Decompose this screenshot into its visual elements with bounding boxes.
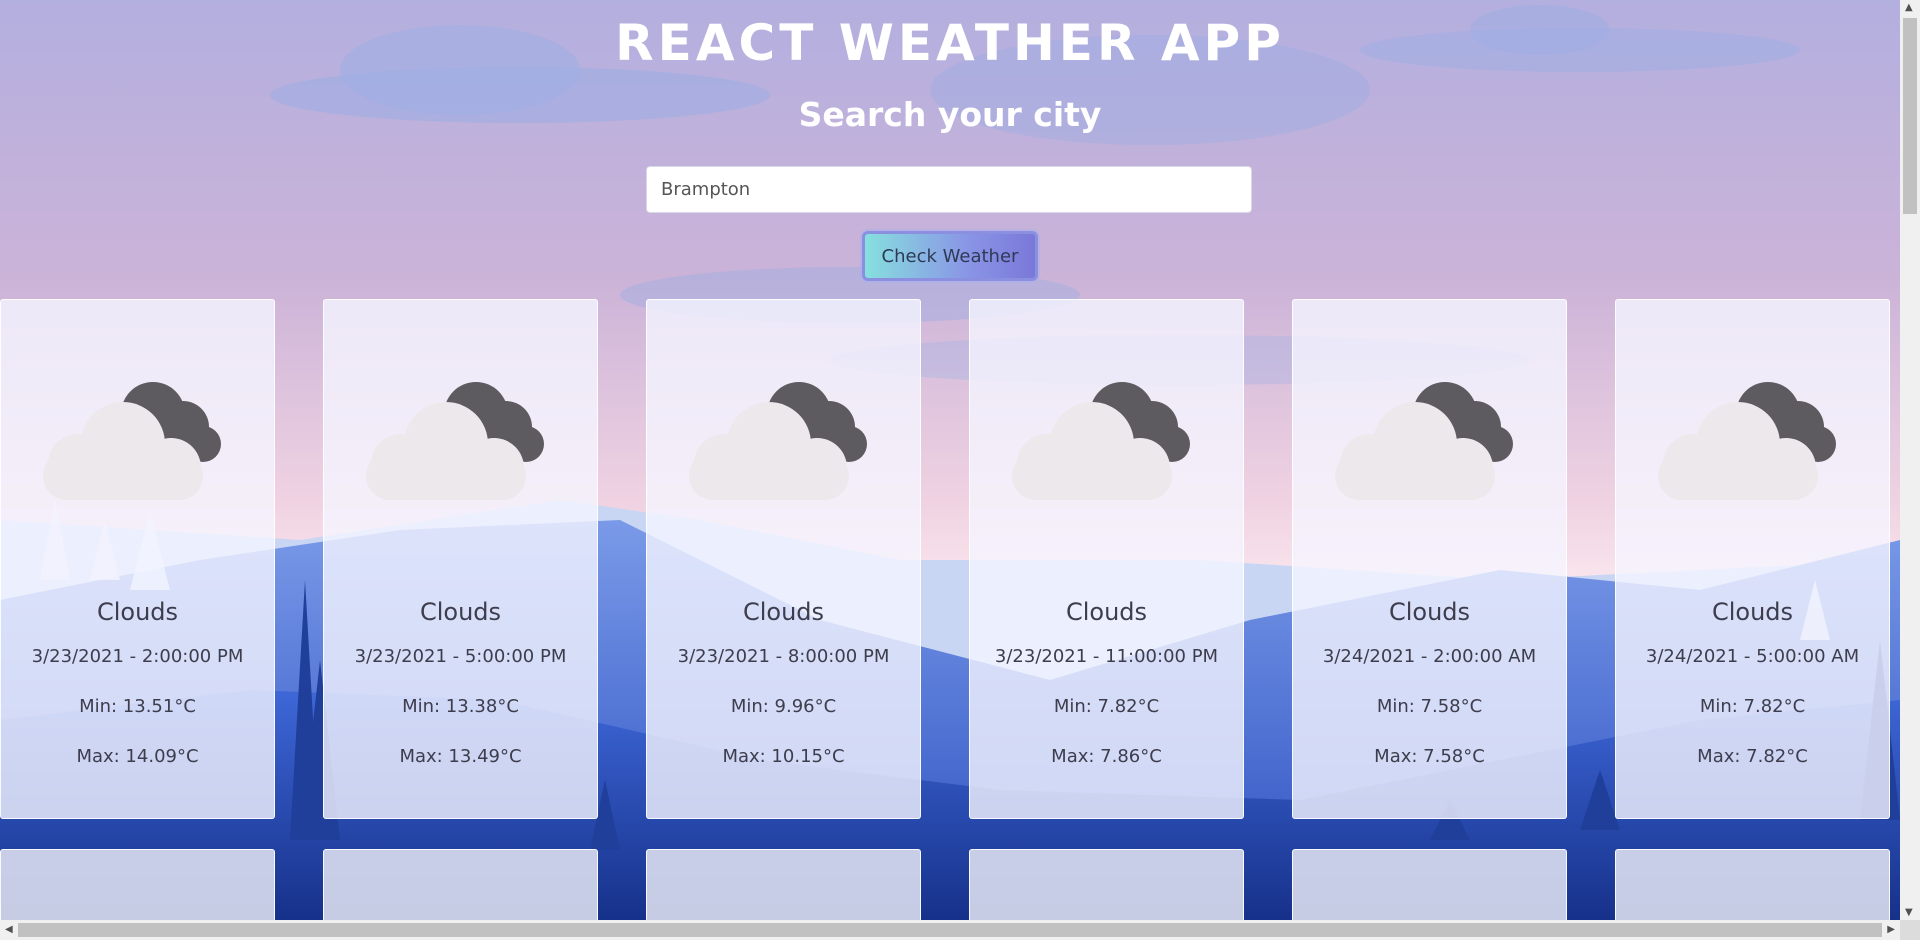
weather-description: Clouds <box>742 598 825 626</box>
max-temperature: Max: 13.49°C <box>399 746 522 767</box>
scroll-up-arrow-icon[interactable]: ▲ <box>1905 2 1913 13</box>
forecast-datetime: 3/23/2021 - 11:00:00 PM <box>994 646 1219 667</box>
forecast-card: Clouds 3/23/2021 - 5:00:00 PM Min: 13.38… <box>323 299 598 819</box>
forecast-card-partial <box>1292 849 1567 920</box>
cloud-moon-icon <box>1658 382 1836 500</box>
min-temperature: Min: 13.51°C <box>79 696 196 717</box>
forecast-card: Clouds 3/24/2021 - 2:00:00 AM Min: 7.58°… <box>1292 299 1567 819</box>
min-temperature: Min: 7.82°C <box>1699 696 1806 717</box>
min-temperature: Min: 13.38°C <box>402 696 519 717</box>
forecast-card-partial <box>646 849 921 920</box>
max-temperature: Max: 7.86°C <box>1051 746 1162 767</box>
max-temperature: Max: 7.58°C <box>1374 746 1485 767</box>
forecast-datetime: 3/23/2021 - 8:00:00 PM <box>677 646 890 667</box>
forecast-datetime: 3/23/2021 - 5:00:00 PM <box>354 646 567 667</box>
weather-description: Clouds <box>1065 598 1148 626</box>
weather-description: Clouds <box>96 598 179 626</box>
cloud-moon-icon <box>1335 382 1513 500</box>
horizontal-scrollbar[interactable]: ◀ ▶ <box>0 920 1900 940</box>
min-temperature: Min: 9.96°C <box>730 696 837 717</box>
forecast-card-partial <box>1615 849 1890 920</box>
forecast-card: Clouds 3/23/2021 - 2:00:00 PM Min: 13.51… <box>0 299 275 819</box>
min-temperature: Min: 7.58°C <box>1376 696 1483 717</box>
min-temperature: Min: 7.82°C <box>1053 696 1160 717</box>
cloud-moon-icon <box>366 382 544 500</box>
scroll-right-arrow-icon[interactable]: ▶ <box>1887 924 1895 935</box>
weather-description: Clouds <box>419 598 502 626</box>
vertical-scroll-thumb[interactable] <box>1903 18 1917 214</box>
scroll-down-arrow-icon[interactable]: ▼ <box>1905 907 1913 918</box>
forecast-card: Clouds 3/23/2021 - 11:00:00 PM Min: 7.82… <box>969 299 1244 819</box>
forecast-card-list: Clouds 3/23/2021 - 2:00:00 PM Min: 13.51… <box>0 299 1890 821</box>
max-temperature: Max: 7.82°C <box>1697 746 1808 767</box>
forecast-card-partial <box>969 849 1244 920</box>
city-search-input[interactable] <box>646 166 1252 213</box>
vertical-scrollbar[interactable]: ▲ ▼ <box>1900 0 1920 920</box>
weather-app-page: REACT WEATHER APP Search your city Check… <box>0 0 1900 920</box>
cloud-moon-icon <box>43 382 221 500</box>
forecast-datetime: 3/24/2021 - 5:00:00 AM <box>1645 646 1860 667</box>
scrollbar-corner <box>1900 920 1920 940</box>
forecast-datetime: 3/24/2021 - 2:00:00 AM <box>1322 646 1537 667</box>
cloud-moon-icon <box>689 382 867 500</box>
scroll-left-arrow-icon[interactable]: ◀ <box>5 924 13 935</box>
forecast-card: Clouds 3/23/2021 - 8:00:00 PM Min: 9.96°… <box>646 299 921 819</box>
forecast-card: Clouds 3/24/2021 - 5:00:00 AM Min: 7.82°… <box>1615 299 1890 819</box>
max-temperature: Max: 10.15°C <box>722 746 845 767</box>
max-temperature: Max: 14.09°C <box>76 746 199 767</box>
search-heading: Search your city <box>798 95 1102 134</box>
forecast-datetime: 3/23/2021 - 2:00:00 PM <box>31 646 244 667</box>
app-title: REACT WEATHER APP <box>615 14 1285 72</box>
check-weather-button[interactable]: Check Weather <box>862 231 1038 281</box>
cloud-moon-icon <box>1012 382 1190 500</box>
weather-description: Clouds <box>1711 598 1794 626</box>
weather-description: Clouds <box>1388 598 1471 626</box>
forecast-card-partial <box>0 849 275 920</box>
forecast-card-partial <box>323 849 598 920</box>
horizontal-scroll-thumb[interactable] <box>18 923 1882 937</box>
